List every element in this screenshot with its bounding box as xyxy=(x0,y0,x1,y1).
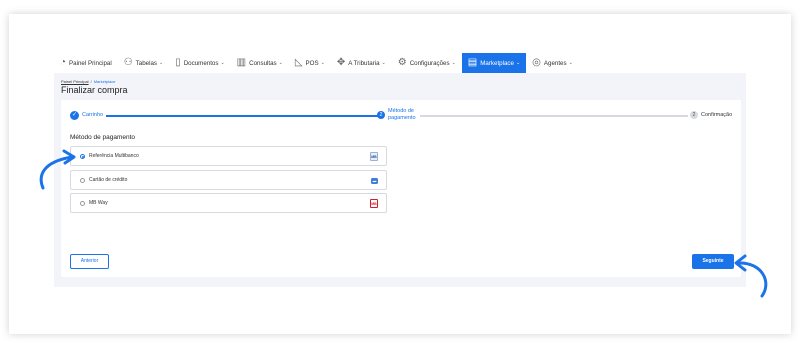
step-metodo-label-line2: pagamento xyxy=(388,115,416,121)
breadcrumb: Painel Principal / Marketplace xyxy=(61,79,116,84)
next-button[interactable]: Seguinte xyxy=(692,254,734,269)
users-icon: ⚇ xyxy=(123,57,133,68)
credit-card-icon: ▬ xyxy=(371,178,378,184)
nav-label: Tabelas xyxy=(135,59,157,67)
payment-method-title: Método de pagamento xyxy=(70,134,136,141)
step-2-number: 2 xyxy=(377,111,385,119)
nav-label: Marketplace xyxy=(480,59,514,67)
check-icon: ✓ xyxy=(70,111,79,120)
chevron-down-icon: ⌄ xyxy=(278,60,283,66)
top-navigation: ◔ Painel Principal ⚇ Tabelas ⌄ ▯ Documentos ⌄… xyxy=(54,53,746,73)
chart-icon: ▥ xyxy=(236,57,247,68)
nav-label: A Tributaria xyxy=(348,59,380,67)
marketplace-icon: ▤ xyxy=(467,57,478,68)
breadcrumb-current: Marketplace xyxy=(93,79,116,84)
breadcrumb-separator: / xyxy=(90,79,92,84)
document-icon: ▯ xyxy=(175,57,181,68)
step-confirmacao-label: Confirmação xyxy=(701,112,733,118)
left-pointer-arrow-icon xyxy=(39,149,76,190)
step-carrinho-label: Carrinho xyxy=(82,112,104,118)
radio-button-selected[interactable] xyxy=(80,153,85,159)
nav-configuracoes[interactable]: ⚙ Configurações ⌄ xyxy=(392,53,462,73)
dashboard-icon: ◔ xyxy=(60,57,67,68)
stepper-remaining-line xyxy=(420,115,688,117)
nav-consultas[interactable]: ▥ Consultas ⌄ xyxy=(231,53,289,73)
nav-documentos[interactable]: ▯ Documentos ⌄ xyxy=(169,53,230,73)
tax-icon: ✥ xyxy=(336,57,346,68)
nav-a-tributaria[interactable]: ✥ A Tributaria ⌄ xyxy=(331,53,392,73)
chevron-down-icon: ⌄ xyxy=(568,60,573,66)
back-button[interactable]: Anterior xyxy=(70,254,109,269)
payment-option-label: Referência Multibanco xyxy=(89,153,139,159)
chevron-down-icon: ⌄ xyxy=(515,60,521,66)
nav-label: Painel Principal xyxy=(69,59,112,67)
chevron-down-icon: ⌄ xyxy=(320,60,325,66)
breadcrumb-home[interactable]: Painel Principal xyxy=(61,79,89,84)
nav-label: Configurações xyxy=(409,59,450,67)
nav-agentes[interactable]: ◎ Agentes ⌄ xyxy=(526,53,579,73)
nav-label: Documentos xyxy=(183,59,219,67)
payment-option-multibanco[interactable]: Referência Multibanco MB xyxy=(70,146,387,166)
payment-option-label: Cartão de crédito xyxy=(89,177,128,183)
radio-button[interactable] xyxy=(80,177,85,183)
pos-icon: ◺ xyxy=(294,57,303,68)
chevron-down-icon: ⌄ xyxy=(159,60,164,66)
page-title: Finalizar compra xyxy=(61,85,128,95)
step-metodo-label-line1: Método de xyxy=(388,108,414,114)
step-3-number: 2 xyxy=(690,111,698,119)
mbway-icon: MB xyxy=(370,199,378,208)
nav-painel-principal[interactable]: ◔ Painel Principal xyxy=(54,53,118,73)
nav-label: Agentes xyxy=(543,59,567,67)
payment-option-mbway[interactable]: MB Way MB xyxy=(70,193,387,213)
nav-label: POS xyxy=(305,59,319,67)
chevron-down-icon: ⌄ xyxy=(451,60,456,66)
payment-option-credit-card[interactable]: Cartão de crédito ▬ xyxy=(70,170,387,190)
settings-icon: ⚙ xyxy=(397,57,407,68)
nav-marketplace[interactable]: ▤ Marketplace ⌄ xyxy=(461,53,527,73)
radio-button[interactable] xyxy=(80,200,85,206)
payment-option-label: MB Way xyxy=(89,200,108,206)
stepper-progress-line xyxy=(106,115,378,117)
nav-tabelas[interactable]: ⚇ Tabelas ⌄ xyxy=(118,53,170,73)
nav-label: Consultas xyxy=(249,59,277,67)
right-pointer-arrow-icon xyxy=(734,254,768,298)
nav-pos[interactable]: ◺ POS ⌄ xyxy=(289,53,331,73)
agents-icon: ◎ xyxy=(532,57,541,68)
chevron-down-icon: ⌄ xyxy=(381,60,386,66)
multibanco-icon: MB xyxy=(370,152,378,161)
step-metodo-label: Método de pagamento xyxy=(388,108,416,122)
chevron-down-icon: ⌄ xyxy=(220,60,225,66)
